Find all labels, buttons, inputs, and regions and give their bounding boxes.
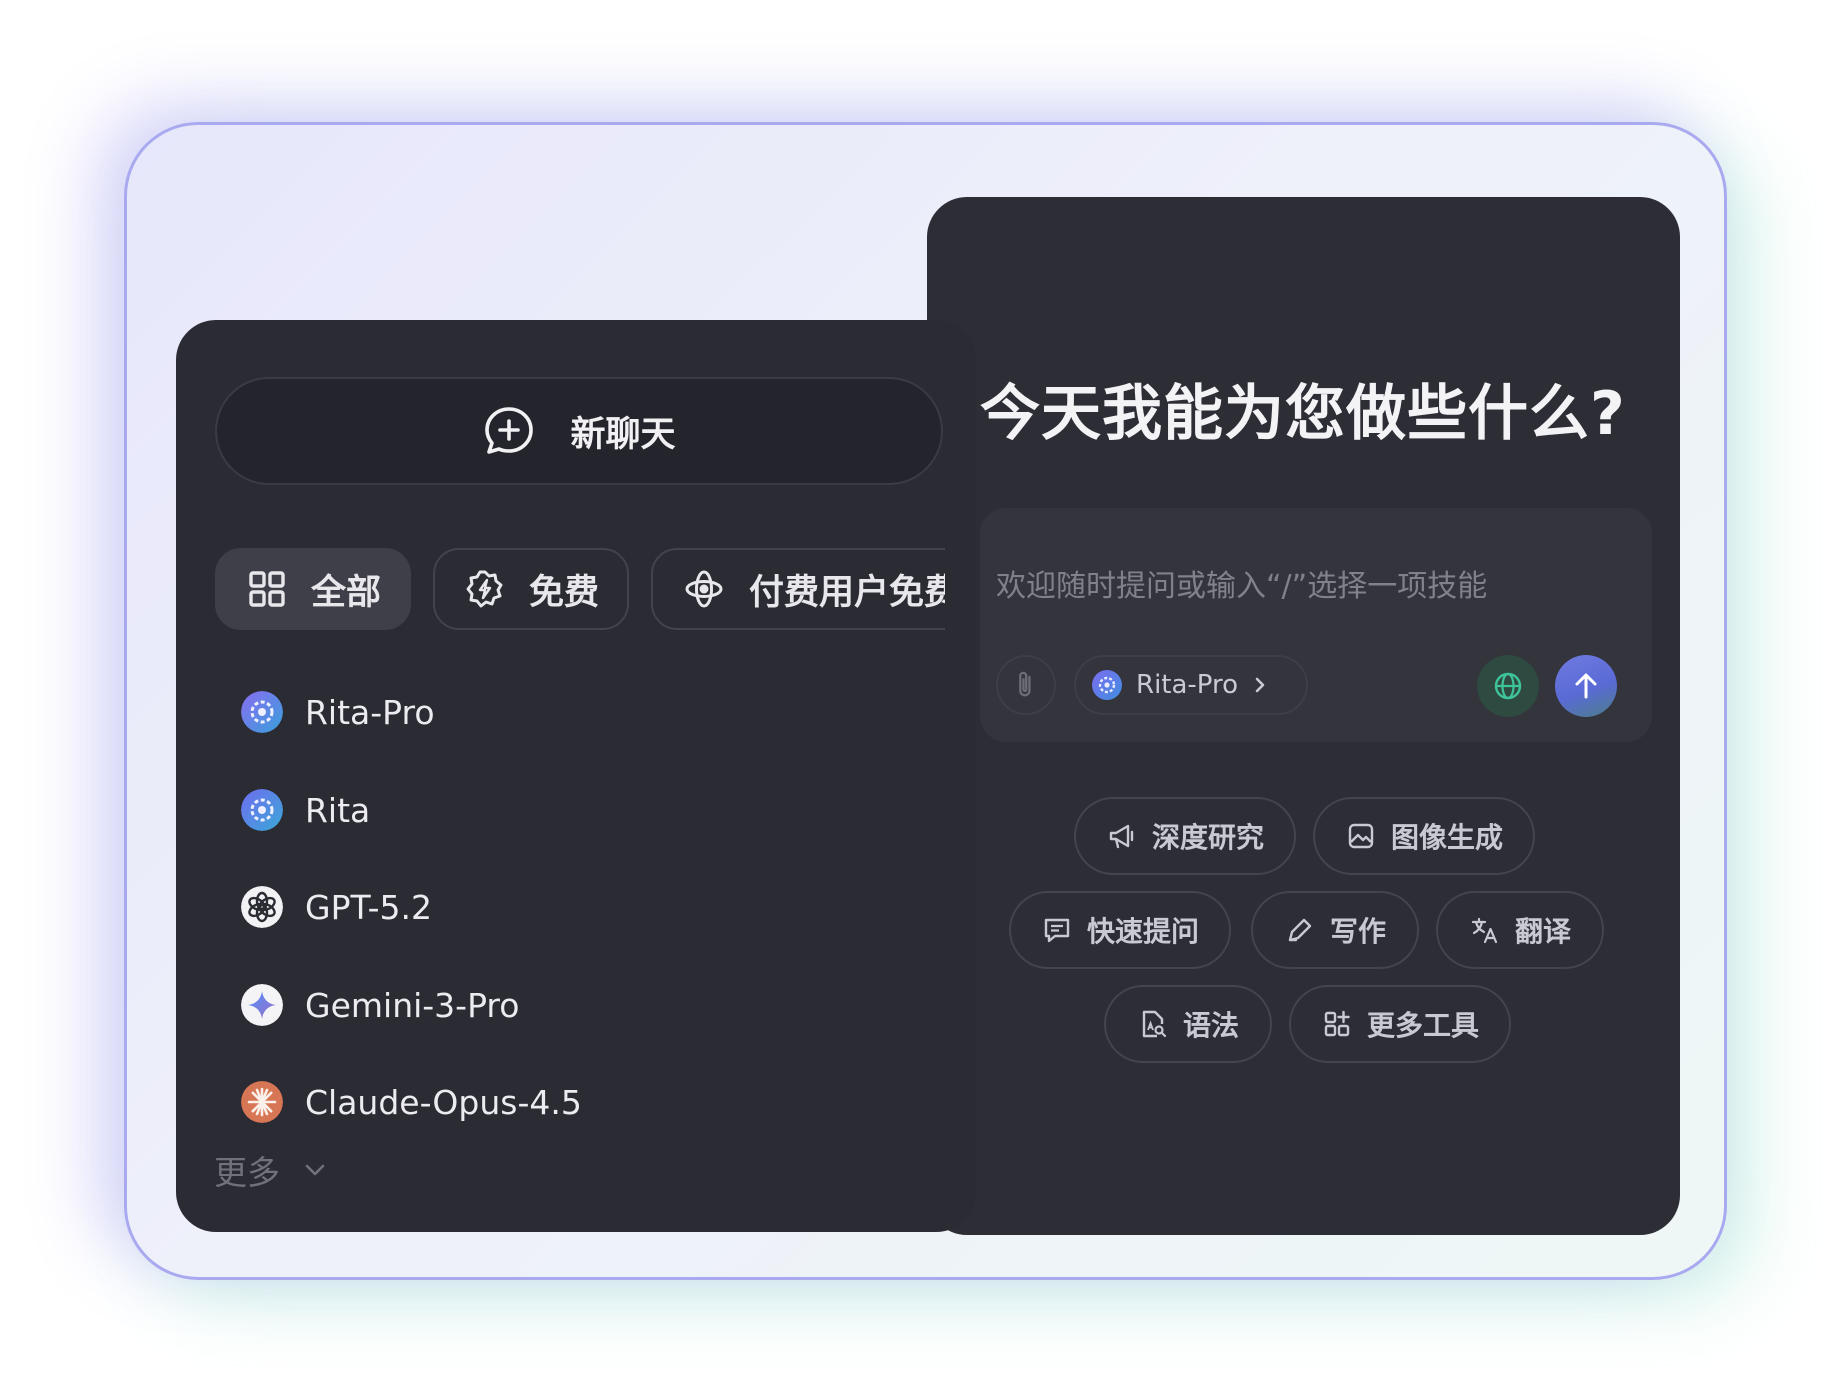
- tool-label: 图像生成: [1390, 821, 1503, 854]
- message-icon: [1044, 918, 1070, 943]
- model-item-gemini[interactable]: Gemini-3-Pro: [241, 980, 519, 1030]
- model-selector-label: Rita-Pro: [1136, 670, 1239, 700]
- tool-translate[interactable]: 翻译: [1436, 891, 1604, 969]
- model-name: Gemini-3-Pro: [305, 985, 520, 1025]
- model-picker-panel: 新聊天 全部 免费 付费用户免费 Rita-Pro Rita GPT-5.2 G…: [176, 320, 976, 1232]
- tool-label: 翻译: [1514, 915, 1571, 948]
- image-icon: [1348, 823, 1374, 849]
- tool-label: 语法: [1182, 1009, 1239, 1042]
- attach-button[interactable]: [996, 655, 1056, 715]
- model-item-rita[interactable]: Rita: [241, 785, 370, 835]
- tool-label: 深度研究: [1151, 821, 1264, 854]
- filter-tab-label: 全部: [311, 572, 382, 613]
- tool-image-generation[interactable]: 图像生成: [1313, 797, 1535, 875]
- web-search-toggle[interactable]: [1477, 655, 1539, 717]
- tool-label: 快速提问: [1086, 915, 1199, 948]
- send-button[interactable]: [1555, 655, 1617, 717]
- chat-plus-icon: [485, 407, 534, 454]
- globe-icon: [1494, 672, 1522, 700]
- filter-tab-all[interactable]: 全部: [215, 548, 411, 630]
- pen-icon: [1288, 918, 1312, 942]
- rita-icon: [1092, 670, 1122, 700]
- model-name: Claude-Opus-4.5: [305, 1082, 582, 1122]
- paperclip-icon: [1019, 671, 1031, 697]
- filter-tab-paid-free[interactable]: 付费用户免费: [651, 548, 945, 630]
- rita-icon: [241, 691, 283, 733]
- model-item-rita-pro[interactable]: Rita-Pro: [241, 687, 435, 737]
- model-name: GPT-5.2: [305, 887, 432, 927]
- model-item-claude[interactable]: Claude-Opus-4.5: [241, 1077, 582, 1127]
- tool-grammar[interactable]: 语法: [1104, 985, 1272, 1063]
- rita-icon: [241, 789, 283, 831]
- model-name: Rita-Pro: [305, 692, 435, 732]
- chevron-down-icon: [305, 1164, 325, 1176]
- apps-add-icon: [1324, 1010, 1350, 1037]
- model-name: Rita: [305, 790, 371, 830]
- badge-icon: [466, 570, 503, 608]
- filter-tab-label: 付费用户免费: [749, 572, 945, 613]
- translate-icon: [1471, 917, 1498, 944]
- chevron-right-icon: [1255, 677, 1265, 693]
- page-title: 今天我能为您做些什么?: [980, 379, 1626, 449]
- tool-quick-ask[interactable]: 快速提问: [1009, 891, 1231, 969]
- megaphone-icon: [1109, 824, 1134, 849]
- tool-label: 写作: [1329, 915, 1386, 948]
- new-chat-label: 新聊天: [570, 414, 676, 455]
- gemini-icon: [241, 984, 283, 1026]
- tool-deep-research[interactable]: 深度研究: [1074, 797, 1296, 875]
- filter-tab-free[interactable]: 免费: [433, 548, 629, 630]
- show-more-button[interactable]: 更多: [214, 1146, 326, 1194]
- model-selector[interactable]: Rita-Pro: [1074, 655, 1308, 715]
- atom-icon: [685, 570, 723, 608]
- prompt-input-box[interactable]: [980, 508, 1652, 742]
- show-more-label: 更多: [214, 1153, 280, 1192]
- filter-tab-label: 免费: [529, 572, 600, 613]
- new-chat-button[interactable]: 新聊天: [215, 377, 943, 485]
- openai-icon: [241, 886, 283, 928]
- tool-writing[interactable]: 写作: [1251, 891, 1419, 969]
- arrow-up-icon: [1575, 673, 1597, 699]
- tool-more-tools[interactable]: 更多工具: [1289, 985, 1511, 1063]
- prompt-input[interactable]: 欢迎随时提问或输入“/”选择一项技能: [996, 561, 1487, 605]
- claude-icon: [241, 1081, 283, 1123]
- model-item-gpt[interactable]: GPT-5.2: [241, 882, 432, 932]
- grid-icon: [249, 571, 285, 607]
- tool-label: 更多工具: [1366, 1009, 1479, 1042]
- model-filter-tabs: 全部 免费 付费用户免费: [215, 548, 945, 630]
- doc-search-icon: [1142, 1010, 1167, 1038]
